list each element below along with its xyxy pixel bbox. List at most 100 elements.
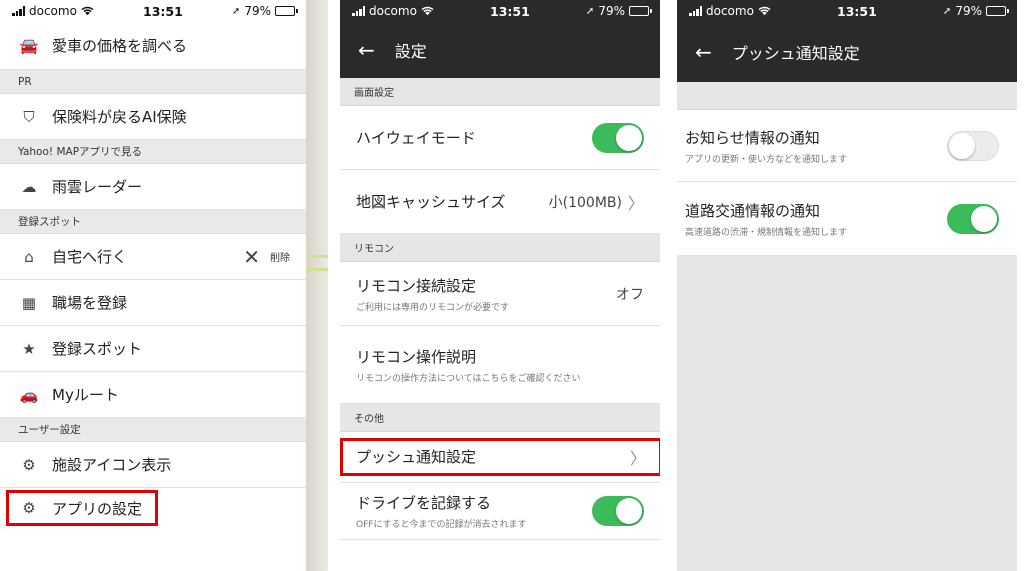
home-icon: ⌂ (24, 247, 34, 266)
setting-label: リモコン操作説明 (356, 347, 477, 366)
setting-description: リモコンの操作方法についてはこちらをご確認ください (356, 373, 581, 384)
gear-icon: ⚙ (22, 455, 36, 474)
battery-percent: 79% (244, 4, 271, 18)
side-drawer: docomo 13:51 ➚ 79% 🚘 愛車の価格を調べる PR ⛉ 保険料が… (0, 0, 306, 571)
back-arrow-icon[interactable]: ← (358, 38, 375, 62)
traffic-notification-toggle[interactable] (947, 203, 999, 234)
car-search-icon: 🚘 (19, 36, 39, 55)
location-arrow-icon: ➚ (942, 5, 952, 17)
star-icon: ★ (22, 339, 36, 358)
page-title: プッシュ通知設定 (731, 44, 860, 63)
wifi-icon (81, 6, 94, 16)
setting-description: ご利用には専用のリモコンが必要です (356, 302, 510, 313)
status-bar: docomo 13:51 ➚ 79% (340, 0, 660, 22)
section-header-spots: 登録スポット (0, 210, 306, 234)
section-header-pr: PR (0, 70, 306, 94)
close-icon: ✕ (243, 244, 260, 269)
delete-home-button[interactable]: ✕ 削除 (243, 245, 290, 269)
menu-item-label: 愛車の価格を調べる (52, 37, 188, 55)
setting-highway-mode[interactable]: ハイウェイモード (340, 106, 660, 170)
highway-mode-toggle[interactable] (592, 122, 644, 153)
signal-icon (352, 6, 365, 16)
carrier-label: docomo (29, 4, 77, 18)
chevron-right-icon: 〉 (627, 193, 644, 213)
menu-item-label: 自宅へ行く (52, 248, 128, 266)
battery-percent: 79% (598, 4, 625, 18)
setting-remote-connection[interactable]: リモコン接続設定 ご利用には専用のリモコンが必要です オフ (340, 262, 660, 326)
section-header-user-settings: ユーザー設定 (0, 418, 306, 442)
settings-screen: docomo 13:51 ➚ 79% ← 設定 画面設定 ハイウェイモード 地図… (340, 0, 660, 571)
section-header-screen: 画面設定 (340, 78, 660, 106)
wifi-icon (421, 6, 434, 16)
map-background (306, 0, 328, 571)
status-bar: docomo 13:51 ➚ 79% (677, 0, 1017, 22)
clock: 13:51 (837, 3, 877, 19)
app-bar: docomo 13:51 ➚ 79% ← 設定 (340, 0, 660, 78)
drive-record-toggle[interactable] (592, 496, 644, 526)
clock: 13:51 (143, 3, 183, 19)
menu-item-label: 施設アイコン表示 (52, 456, 172, 474)
remote-connection-value: オフ (616, 286, 644, 303)
section-header-yahoo-map: Yahoo! MAPアプリで見る (0, 140, 306, 164)
push-settings-screen: docomo 13:51 ➚ 79% ← プッシュ通知設定 お知らせ情報の通知 … (677, 0, 1017, 571)
section-spacer (677, 82, 1017, 110)
delete-label: 削除 (270, 253, 290, 264)
gear-icon: ⚙ (22, 499, 36, 517)
setting-drive-record[interactable]: ドライブを記録する OFFにすると今までの記録が消去されます (340, 482, 660, 540)
setting-description: 高速道路の渋滞・規制情報を通知します (685, 227, 848, 238)
menu-item-ai-insurance[interactable]: ⛉ 保険料が戻るAI保険 (0, 94, 306, 140)
setting-description: アプリの更新・使い方などを通知します (685, 154, 848, 165)
setting-label: プッシュ通知設定 (356, 448, 477, 466)
menu-item-rain-radar[interactable]: ☁ 雨雲レーダー (0, 164, 306, 210)
clock: 13:51 (490, 3, 530, 19)
back-arrow-icon[interactable]: ← (695, 40, 712, 64)
menu-item-my-route[interactable]: 🚗 Myルート (0, 372, 306, 418)
car-pin-icon: 🚗 (19, 385, 39, 404)
setting-news-notification[interactable]: お知らせ情報の通知 アプリの更新・使い方などを通知します (677, 110, 1017, 182)
battery-icon (274, 6, 298, 16)
setting-label: リモコン接続設定 (356, 276, 477, 295)
menu-item-label: アプリの設定 (52, 499, 143, 518)
news-notification-toggle[interactable] (947, 130, 999, 161)
menu-item-facility-icons[interactable]: ⚙ 施設アイコン表示 (0, 442, 306, 488)
menu-screen: docomo 13:51 ➚ 79% 🚘 愛車の価格を調べる PR ⛉ 保険料が… (0, 0, 328, 571)
setting-description: OFFにすると今までの記録が消去されます (356, 520, 527, 530)
menu-item-label: 登録スポット (52, 340, 143, 358)
menu-item-saved-spots[interactable]: ★ 登録スポット (0, 326, 306, 372)
location-arrow-icon: ➚ (585, 5, 595, 17)
signal-icon (689, 6, 702, 16)
setting-label: ドライブを記録する (356, 494, 492, 512)
menu-item-go-home[interactable]: ⌂ 自宅へ行く ✕ 削除 (0, 234, 306, 280)
setting-traffic-notification[interactable]: 道路交通情報の通知 高速道路の渋滞・規制情報を通知します (677, 182, 1017, 256)
section-header-remote: リモコン (340, 234, 660, 262)
cache-size-value: 小(100MB) (548, 194, 622, 211)
setting-label: 道路交通情報の通知 (685, 201, 821, 220)
setting-map-cache[interactable]: 地図キャッシュサイズ 小(100MB) 〉 (340, 170, 660, 234)
rain-cloud-icon: ☁ (21, 177, 37, 196)
location-arrow-icon: ➚ (231, 5, 241, 17)
carrier-label: docomo (369, 4, 417, 18)
title-bar: ← プッシュ通知設定 (677, 22, 1017, 82)
menu-item-label: Myルート (52, 386, 119, 404)
menu-item-app-settings[interactable]: ⚙ アプリの設定 (6, 490, 158, 526)
menu-item-car-price[interactable]: 🚘 愛車の価格を調べる (0, 22, 306, 70)
menu-item-label: 雨雲レーダー (52, 178, 143, 196)
status-bar: docomo 13:51 ➚ 79% (0, 0, 306, 22)
setting-label: お知らせ情報の通知 (685, 128, 820, 147)
menu-item-register-work[interactable]: ▦ 職場を登録 (0, 280, 306, 326)
section-header-other: その他 (340, 404, 660, 432)
app-bar: docomo 13:51 ➚ 79% ← プッシュ通知設定 (677, 0, 1017, 82)
menu-item-label: 職場を登録 (52, 294, 128, 312)
battery-icon (985, 6, 1009, 16)
setting-remote-help[interactable]: リモコン操作説明 リモコンの操作方法についてはこちらをご確認ください (340, 326, 660, 404)
setting-push-notifications[interactable]: プッシュ通知設定 〉 (340, 438, 660, 476)
shield-check-icon: ⛉ (23, 107, 35, 126)
carrier-label: docomo (706, 4, 754, 18)
title-bar: ← 設定 (340, 22, 660, 78)
setting-label: 地図キャッシュサイズ (356, 193, 506, 211)
signal-icon (12, 6, 25, 16)
page-title: 設定 (394, 42, 427, 61)
wifi-icon (758, 6, 771, 16)
setting-label: ハイウェイモード (356, 129, 476, 147)
building-icon: ▦ (21, 293, 37, 312)
